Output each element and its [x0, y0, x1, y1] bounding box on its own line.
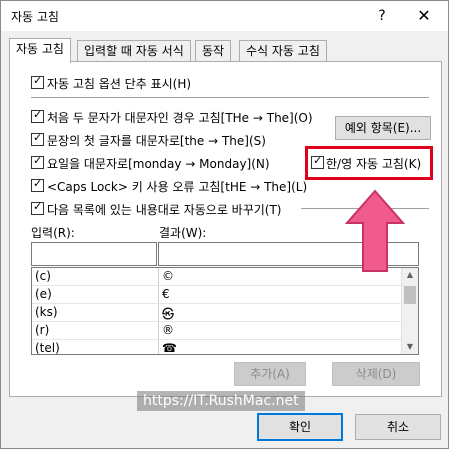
- weekday-caps-label: 요일을 대문자로[monday → Monday](N): [47, 157, 270, 171]
- up-arrow-annotation: [345, 189, 405, 272]
- scroll-thumb[interactable]: [404, 286, 416, 304]
- input-field[interactable]: [31, 242, 157, 266]
- list-item-to: ®: [162, 323, 174, 337]
- two-initial-caps-label: 처음 두 문자가 대문자인 경우 고침[THe → The](O): [47, 111, 313, 125]
- tab-math-autocorrect[interactable]: 수식 자동 고침: [239, 40, 327, 61]
- tab-autoformat-as-you-type[interactable]: 입력할 때 자동 서식: [77, 40, 191, 61]
- list-item-from: (r): [35, 323, 50, 337]
- input-label: 입력(R):: [31, 226, 75, 240]
- replace-list[interactable]: (c) © (e) € (ks) ㉿ (r) ® (tel) ☎ ▲ ▼: [31, 267, 419, 355]
- tab-actions[interactable]: 동작: [195, 40, 232, 61]
- exceptions-button[interactable]: 예외 항목(E)...: [335, 116, 431, 140]
- list-item-from: (e): [35, 287, 52, 301]
- title-bar: 자동 고침 ? ✕: [1, 1, 448, 31]
- list-item[interactable]: (r) ®: [32, 322, 418, 340]
- weekday-caps-checkbox[interactable]: [31, 154, 44, 169]
- help-icon[interactable]: ?: [371, 5, 393, 27]
- list-item-from: (c): [35, 269, 51, 283]
- list-item[interactable]: (ks) ㉿: [32, 304, 418, 322]
- list-scrollbar[interactable]: ▲ ▼: [401, 268, 418, 354]
- caps-lock-checkbox[interactable]: [31, 177, 44, 192]
- ok-button[interactable]: 확인: [257, 413, 343, 441]
- window-title: 자동 고침: [11, 10, 59, 24]
- divider: [31, 97, 429, 98]
- list-item-from: (ks): [35, 305, 58, 319]
- scroll-down-icon[interactable]: ▼: [402, 340, 418, 354]
- list-item-to: ☎: [162, 341, 177, 355]
- caps-lock-label: <Caps Lock> 키 사용 오류 고침[tHE → The](L): [47, 180, 308, 194]
- list-item[interactable]: (e) €: [32, 286, 418, 304]
- list-item[interactable]: (tel) ☎: [32, 340, 418, 355]
- two-initial-caps-checkbox[interactable]: [31, 108, 44, 123]
- list-item-to: €: [162, 287, 170, 301]
- highlight-box: [305, 146, 433, 180]
- show-buttons-label: 자동 고침 옵션 단추 표시(H): [47, 77, 192, 91]
- list-item-from: (tel): [35, 341, 60, 355]
- result-label: 결과(W):: [159, 226, 207, 240]
- delete-button[interactable]: 삭제(D): [332, 362, 420, 386]
- tab-autocorrect[interactable]: 자동 고침: [9, 38, 71, 63]
- autocorrect-dialog: 자동 고침 ? ✕ 자동 고침 입력할 때 자동 서식 동작 수식 자동 고침 …: [0, 0, 449, 449]
- show-buttons-checkbox[interactable]: [31, 74, 44, 89]
- close-icon[interactable]: ✕: [413, 5, 435, 27]
- first-letter-checkbox[interactable]: [31, 131, 44, 146]
- first-letter-label: 문장의 첫 글자를 대문자로[the → The](S): [47, 134, 266, 148]
- replace-text-checkbox[interactable]: [31, 200, 44, 215]
- watermark: https://IT.RushMac.net: [137, 391, 305, 411]
- list-item-to: ㉿: [162, 307, 175, 321]
- add-button[interactable]: 추가(A): [234, 362, 306, 386]
- cancel-button[interactable]: 취소: [355, 414, 441, 440]
- list-item-to: ©: [162, 269, 174, 283]
- replace-text-label: 다음 목록에 있는 내용대로 자동으로 바꾸기(T): [47, 203, 282, 217]
